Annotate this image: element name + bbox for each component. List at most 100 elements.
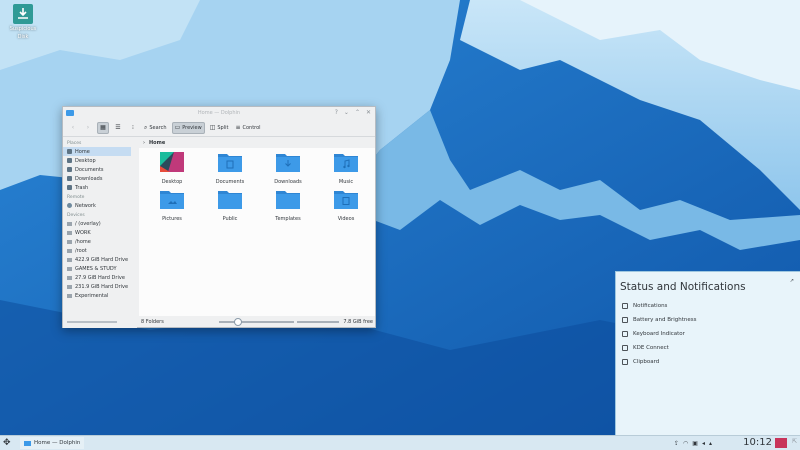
notif-item-clipboard[interactable]: Clipboard	[616, 355, 800, 369]
panel-settings-icon[interactable]: ⇱	[792, 438, 797, 445]
icons-view-button[interactable]: ▦	[97, 121, 109, 134]
notif-item-notifications[interactable]: Notifications	[616, 299, 800, 313]
compact-view-button[interactable]: ☰	[112, 122, 124, 134]
place-item-downloads[interactable]: Downloads	[63, 174, 137, 183]
remote-heading: Remote	[67, 195, 85, 200]
volume-icon[interactable]: ◂	[702, 440, 705, 447]
device-item[interactable]: 422.9 GiB Hard Drive	[63, 255, 137, 264]
notif-label: Notifications	[633, 303, 668, 309]
templates-folder-icon	[276, 191, 300, 209]
preview-button[interactable]: ▭ Preview	[171, 121, 205, 134]
device-item[interactable]: /home	[63, 237, 137, 246]
minimize-icon[interactable]: ⌄	[344, 109, 349, 116]
desktop-file-icon[interactable]: Suspicious Disk	[4, 4, 42, 40]
file-name: Desktop	[161, 179, 183, 185]
device-item[interactable]: Experimental	[63, 291, 137, 300]
device-icon[interactable]: ▣	[692, 440, 698, 447]
notif-label: Clipboard	[633, 359, 660, 365]
device-item[interactable]: /root	[63, 246, 137, 255]
bell-icon	[622, 303, 628, 309]
drive-icon	[67, 257, 72, 262]
file-name: Pictures	[162, 216, 182, 222]
free-space-label: 7.8 GiB free	[343, 319, 373, 325]
maximize-icon[interactable]: ⌃	[355, 109, 360, 116]
place-label: Network	[75, 202, 96, 209]
upload-icon[interactable]: ⇪	[674, 440, 679, 447]
clock[interactable]: 10:12	[743, 436, 772, 450]
place-item-documents[interactable]: Documents	[63, 165, 137, 174]
file-item-music[interactable]: Music	[323, 152, 369, 185]
drive-icon	[67, 230, 72, 235]
close-icon[interactable]: ✕	[366, 109, 371, 116]
notif-item-kdeconnect[interactable]: KDE Connect	[616, 341, 800, 355]
zoom-slider-handle[interactable]	[234, 318, 242, 326]
file-item-documents[interactable]: Documents	[207, 152, 253, 185]
breadcrumb[interactable]: › Home	[139, 138, 375, 148]
free-space-bar	[297, 321, 339, 323]
file-item-templates[interactable]: Templates	[265, 189, 311, 222]
show-desktop-icon[interactable]	[775, 438, 787, 448]
downloads-folder-icon	[276, 154, 300, 172]
device-item[interactable]: 231.9 GiB Hard Drive	[63, 282, 137, 291]
notif-item-keyboard[interactable]: Keyboard Indicator	[616, 327, 800, 341]
drive-icon	[67, 275, 72, 280]
breadcrumb-home[interactable]: Home	[149, 140, 165, 146]
pin-icon[interactable]: ↗	[790, 278, 794, 284]
device-label: Experimental	[75, 292, 109, 299]
file-item-public[interactable]: Public	[207, 189, 253, 222]
notif-item-battery[interactable]: Battery and Brightness	[616, 313, 800, 327]
file-item-videos[interactable]: Videos	[323, 189, 369, 222]
search-button[interactable]: ⌕ Search	[142, 122, 169, 134]
network-icon	[67, 203, 72, 208]
drive-icon	[67, 248, 72, 253]
tray-expand-icon[interactable]: ▴	[709, 440, 712, 447]
device-item[interactable]: 27.9 GiB Hard Drive	[63, 273, 137, 282]
place-item-desktop[interactable]: Desktop	[63, 156, 137, 165]
control-button[interactable]: ≡ Control	[233, 122, 262, 134]
file-name: Downloads	[274, 179, 302, 185]
place-item-home[interactable]: Home	[63, 147, 131, 156]
app-launcher-icon[interactable]: ✥	[0, 438, 14, 448]
download-icon	[13, 4, 33, 24]
device-item[interactable]: GAMES & STUDY	[63, 264, 137, 273]
split-button[interactable]: ◫ Split	[208, 122, 231, 134]
device-item[interactable]: / (overlay)	[63, 219, 137, 228]
file-name: Public	[222, 216, 238, 222]
place-item-network[interactable]: Network	[63, 201, 137, 210]
search-label: Search	[149, 124, 167, 131]
details-view-button[interactable]: ⁝	[127, 122, 139, 134]
device-item[interactable]: WORK	[63, 228, 137, 237]
places-scrollbar[interactable]	[67, 321, 117, 323]
task-label: Home — Dolphin	[34, 440, 81, 446]
drive-icon	[67, 284, 72, 289]
window-title: Home — Dolphin	[197, 110, 241, 116]
file-item-desktop[interactable]: Desktop	[149, 152, 195, 185]
file-item-pictures[interactable]: Pictures	[149, 189, 195, 222]
notif-label: KDE Connect	[633, 345, 669, 351]
help-icon[interactable]: ?	[335, 109, 338, 116]
zoom-slider-track[interactable]	[219, 321, 294, 323]
place-item-trash[interactable]: Trash	[63, 183, 137, 192]
device-label: 231.9 GiB Hard Drive	[75, 283, 129, 290]
file-item-downloads[interactable]: Downloads	[265, 152, 311, 185]
dolphin-window[interactable]: Home — Dolphin ? ⌄ ⌃ ✕ ‹ › ▦ ☰ ⁝ ⌕ Search…	[62, 106, 376, 328]
desktop-folder-icon	[160, 152, 184, 172]
forward-button[interactable]: ›	[82, 122, 94, 134]
battery-icon	[622, 317, 628, 323]
window-titlebar[interactable]: Home — Dolphin ? ⌄ ⌃ ✕	[63, 107, 375, 119]
clipboard-icon	[622, 359, 628, 365]
public-folder-icon	[218, 191, 242, 209]
home-icon	[67, 149, 72, 154]
taskbar: ✥ Home — Dolphin ⇪ ◠ ▣ ◂ ▴ 10:12 ⇱	[0, 435, 800, 450]
wifi-icon[interactable]: ◠	[683, 440, 688, 447]
documents-icon	[67, 167, 72, 172]
keyboard-icon	[622, 331, 628, 337]
device-label: / (overlay)	[75, 220, 101, 227]
file-view[interactable]: › Home Desktop Documents Downloads Music…	[139, 138, 375, 316]
back-button[interactable]: ‹	[67, 122, 79, 134]
back-arrow-icon: ‹	[71, 124, 75, 131]
places-heading: Places	[67, 141, 82, 146]
notif-label: Keyboard Indicator	[633, 331, 685, 337]
desktop-icon	[67, 158, 72, 163]
task-item-dolphin[interactable]: Home — Dolphin	[20, 437, 85, 449]
